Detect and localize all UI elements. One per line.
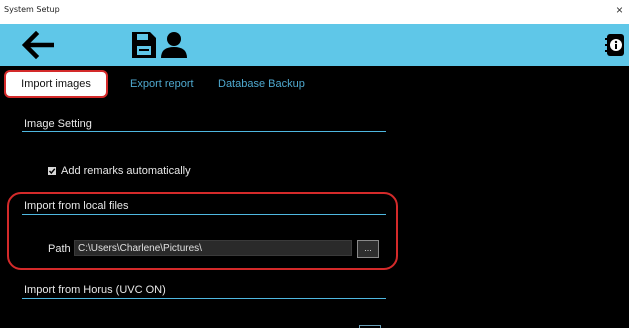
info-notebook-icon: [605, 34, 624, 56]
tab-import-images[interactable]: Import images: [6, 72, 106, 96]
back-button[interactable]: [21, 30, 58, 60]
path-label: Path: [48, 243, 71, 255]
title-bar: System Setup ×: [0, 0, 629, 25]
save-user-button[interactable]: [130, 30, 188, 60]
tab-bar: Import images Export report Database Bac…: [0, 66, 629, 102]
checkbox-checked-icon[interactable]: [48, 167, 56, 175]
tab-export-report[interactable]: Export report: [130, 73, 194, 95]
local-files-heading: Import from local files: [24, 200, 129, 212]
add-remarks-label: Add remarks automatically: [61, 165, 191, 177]
close-button[interactable]: ×: [616, 3, 623, 17]
image-setting-heading: Image Setting: [24, 118, 92, 130]
horus-divider: [22, 298, 386, 299]
toolbar: [0, 24, 629, 66]
local-files-divider: [22, 214, 386, 215]
info-button[interactable]: [605, 33, 625, 57]
arrow-left-icon: [21, 30, 54, 60]
floppy-disk-icon: [132, 32, 156, 58]
settings-panel: Import images Export report Database Bac…: [0, 66, 629, 328]
browse-button[interactable]: ...: [357, 240, 379, 258]
user-icon: [161, 32, 187, 58]
tab-database-backup[interactable]: Database Backup: [218, 73, 305, 95]
window-title: System Setup: [4, 5, 60, 14]
path-field[interactable]: C:\Users\Charlene\Pictures\: [74, 240, 352, 256]
horus-heading: Import from Horus (UVC ON): [24, 284, 166, 296]
image-setting-divider: [22, 131, 386, 132]
add-remarks-checkbox[interactable]: Add remarks automatically: [48, 164, 191, 178]
